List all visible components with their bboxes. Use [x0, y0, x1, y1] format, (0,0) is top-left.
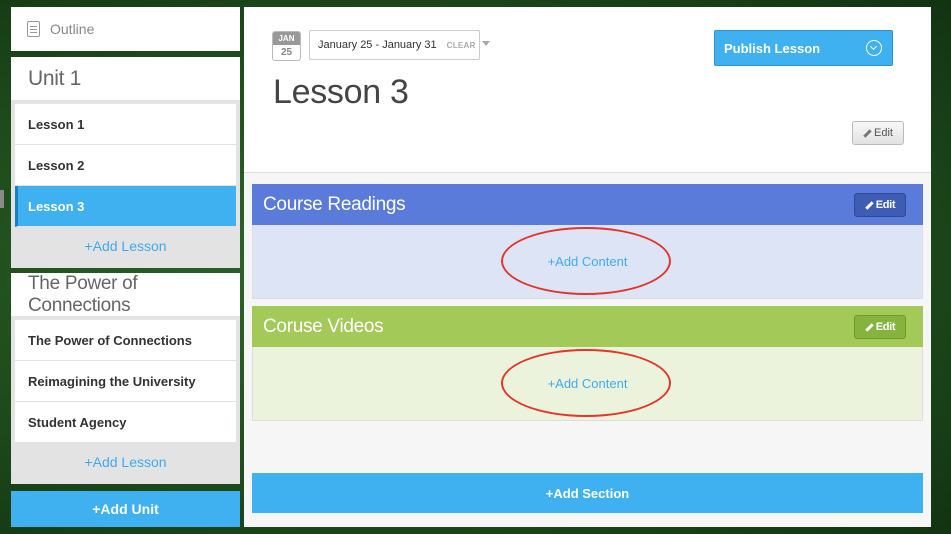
lesson-item-active[interactable]: Lesson 3 — [15, 186, 236, 227]
publish-label: Publish Lesson — [724, 40, 821, 56]
lesson-item[interactable]: The Power of Connections — [15, 320, 236, 361]
date-range-field[interactable]: January 25 - January 31 CLEAR — [309, 30, 480, 60]
section-title: Coruse Videos — [263, 315, 384, 337]
document-icon — [27, 21, 40, 37]
edit-label: Edit — [875, 199, 896, 211]
publish-lesson-button[interactable]: Publish Lesson — [714, 30, 893, 66]
section-header: Coruse Videos Edit — [252, 306, 923, 347]
date-range-text: January 25 - January 31 — [318, 39, 437, 51]
unit-title[interactable]: The Power of Connections — [11, 273, 240, 316]
chevron-down-icon[interactable] — [482, 41, 490, 46]
pencil-icon — [864, 200, 874, 210]
lesson-header: JAN 25 January 25 - January 31 CLEAR Les… — [244, 7, 931, 173]
edit-label: Edit — [874, 127, 893, 139]
page-title: Lesson 3 — [273, 73, 409, 111]
add-lesson-button[interactable]: +Add Lesson — [11, 227, 240, 265]
clear-date-button[interactable]: CLEAR — [447, 41, 476, 50]
unit-panel: The Power of Connections The Power of Co… — [11, 273, 240, 484]
section-header: Course Readings Edit — [252, 184, 923, 225]
collapse-handle[interactable] — [0, 190, 4, 208]
edit-section-button[interactable]: Edit — [854, 193, 906, 217]
unit-panel: Unit 1 Lesson 1 Lesson 2 Lesson 3 +Add L… — [11, 57, 240, 268]
edit-section-button[interactable]: Edit — [854, 315, 906, 339]
pencil-icon — [864, 322, 874, 332]
section-body: +Add Content — [252, 347, 923, 421]
edit-lesson-button[interactable]: Edit — [852, 121, 904, 145]
add-lesson-button[interactable]: +Add Lesson — [11, 443, 240, 481]
section-title: Course Readings — [263, 193, 406, 215]
section-body: +Add Content — [252, 225, 923, 299]
lesson-main-panel: JAN 25 January 25 - January 31 CLEAR Les… — [244, 7, 931, 527]
lesson-item[interactable]: Lesson 1 — [15, 104, 236, 145]
add-section-button[interactable]: +Add Section — [252, 473, 923, 513]
section-course-readings: Course Readings Edit +Add Content — [252, 184, 923, 299]
section-course-videos: Coruse Videos Edit +Add Content — [252, 306, 923, 421]
calendar-month: JAN — [273, 32, 300, 45]
lesson-item[interactable]: Lesson 2 — [15, 145, 236, 186]
calendar-icon[interactable]: JAN 25 — [272, 31, 301, 61]
pencil-icon — [863, 128, 872, 138]
lesson-item[interactable]: Student Agency — [15, 402, 236, 443]
edit-label: Edit — [875, 321, 896, 333]
chevron-down-circle-icon — [866, 40, 882, 56]
add-content-button[interactable]: +Add Content — [548, 254, 628, 269]
add-unit-button[interactable]: +Add Unit — [11, 491, 240, 527]
add-content-button[interactable]: +Add Content — [548, 376, 628, 391]
outline-label: Outline — [50, 21, 95, 37]
lesson-item[interactable]: Reimagining the University — [15, 361, 236, 402]
unit-title[interactable]: Unit 1 — [11, 57, 240, 100]
outline-header[interactable]: Outline — [11, 7, 240, 51]
calendar-day: 25 — [280, 47, 293, 58]
